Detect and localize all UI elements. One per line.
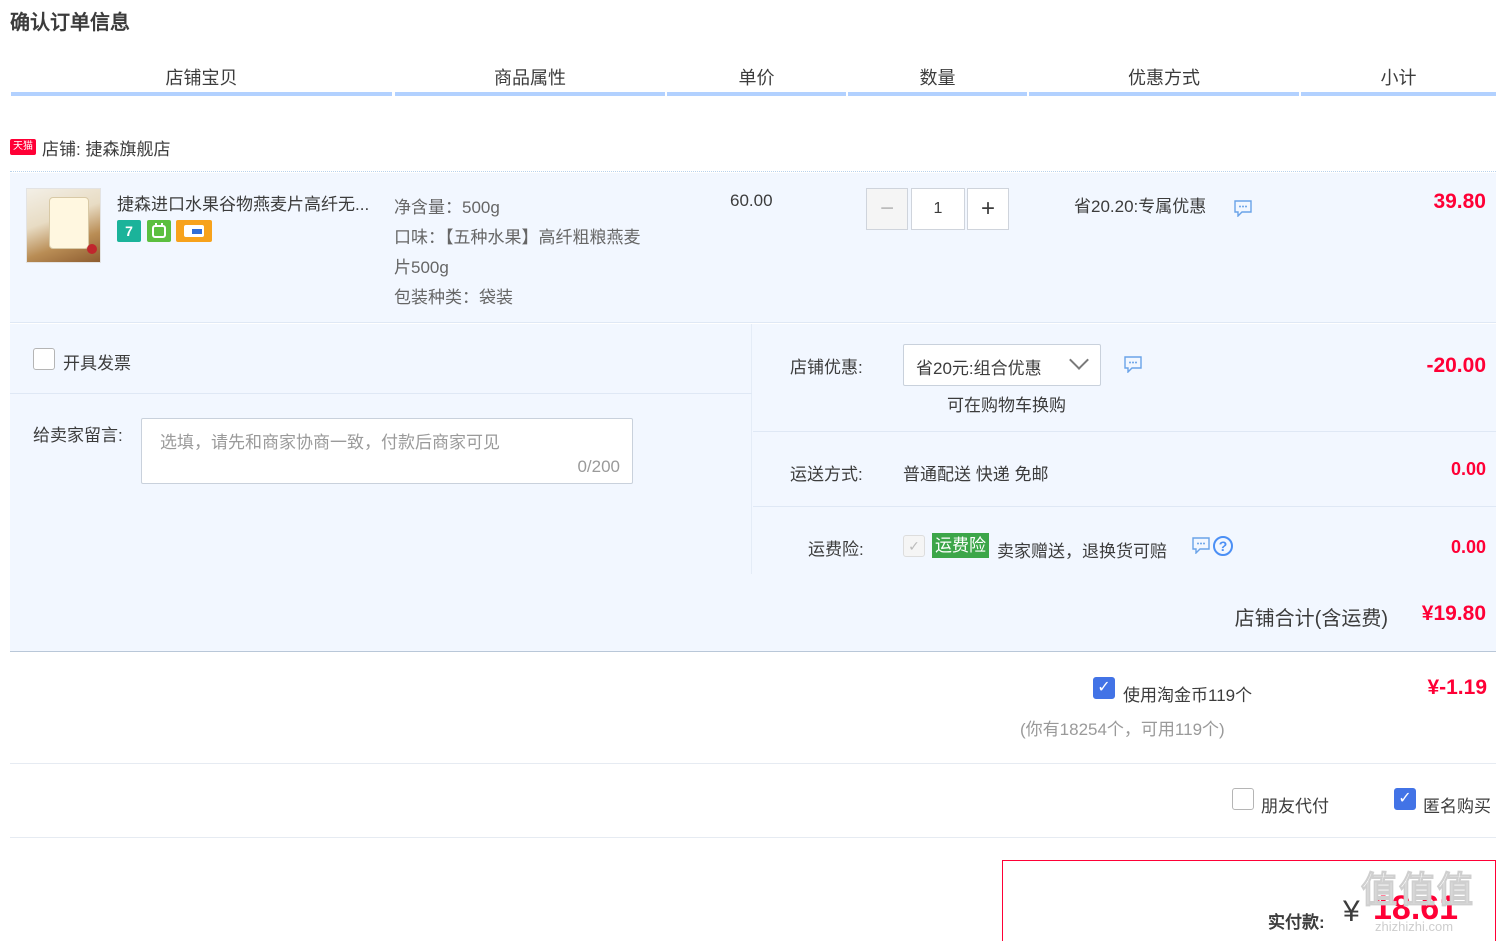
divider [10,837,1496,838]
insurance-text: 卖家赠送，退换货可赔 [997,542,1167,561]
shipping-method: 普通配送 快递 免邮 [903,465,1049,484]
invoice-checkbox[interactable] [33,348,55,370]
coins-note: (你有18254个，可用119个) [1020,720,1225,739]
watermark: 值值值 [1360,869,1476,911]
anonymous-label[interactable]: 匿名购买 [1423,792,1491,817]
shop-name-text[interactable]: 捷森旗舰店 [85,140,170,159]
column-header-quantity: 数量 [848,64,1027,96]
insurance-amount: 0.00 [1450,537,1486,557]
credit-card-icon[interactable] [176,220,212,242]
column-header-promotion: 优惠方式 [1029,64,1299,96]
shipping-label: 运送方式: [790,465,863,484]
shop-row: 天猫 店铺: 捷森旗舰店 [10,134,1496,172]
shop-name[interactable]: 店铺: 捷森旗舰店 [42,135,170,160]
shipping-amount: 0.00 [1450,459,1486,479]
shop-name-prefix: 店铺: [42,140,81,159]
chat-bubble-icon[interactable] [1123,356,1143,374]
insurance-checkbox: ✓ [903,535,925,557]
invoice-label[interactable]: 开具发票 [63,349,131,374]
payment-currency: ¥ [1343,895,1360,928]
insurance-badge: 运费险 [932,533,989,558]
memo-placeholder: 选填，请先和商家协商一致，付款后商家可见 [160,433,500,452]
exchange-in-cart-link[interactable]: 可在购物车换购 [947,391,1066,416]
shop-discount-selected: 省20元:组合优惠 [916,359,1042,378]
seven-day-return-icon[interactable]: 7 [117,220,141,242]
shop-total-amount: ¥19.80 [1421,602,1486,625]
insurance-label: 运费险: [808,540,864,559]
quantity-input[interactable]: 1 [911,188,965,230]
chat-bubble-icon[interactable] [1233,200,1253,218]
use-coins-label[interactable]: 使用淘金币119个 [1123,681,1252,706]
memo-textarea[interactable]: 选填，请先和商家协商一致，付款后商家可见 0/200 [141,418,633,484]
divider [753,506,1496,507]
column-header-attributes: 商品属性 [395,64,665,96]
column-header-unit-price: 单价 [667,64,846,96]
divider [753,431,1496,432]
attribute-packaging: 包装种类：袋装 [394,288,513,307]
friend-pay-checkbox[interactable] [1232,788,1254,810]
item-subtotal: 39.80 [1433,190,1486,213]
product-thumbnail[interactable] [26,188,101,263]
payment-summary-box: 实付款: ¥ 18.61 值值值 zhizhizhi.com [1002,860,1496,941]
payment-label: 实付款: [1268,913,1325,932]
coins-amount: ¥-1.19 [1427,676,1487,699]
friend-pay-label[interactable]: 朋友代付 [1261,792,1329,817]
quantity-increase-button[interactable]: + [967,188,1009,230]
product-title-link[interactable]: 捷森进口水果谷物燕麦片高纤无... [117,190,387,215]
options-left: 开具发票 给卖家留言: 选填，请先和商家协商一致，付款后商家可见 0/200 [10,324,752,574]
column-header-item: 店铺宝贝 [11,64,392,96]
divider [10,393,752,394]
memo-char-count: 0/200 [577,457,620,476]
page-title: 确认订单信息 [10,12,130,34]
item-promotion: 省20.20:专属优惠 [1074,197,1207,216]
attribute-net-weight: 净含量：500g [394,198,500,217]
shop-discount-select[interactable]: 省20元:组合优惠 [903,344,1101,386]
shop-discount-amount: -20.00 [1426,354,1486,377]
order-options-panel: 开具发票 给卖家留言: 选填，请先和商家协商一致，付款后商家可见 0/200 店… [10,324,1496,574]
order-item-row: 捷森进口水果谷物燕麦片高纤无... 7 净含量：500g 口味：【五种水果】高纤… [10,173,1496,323]
chat-bubble-icon[interactable] [1191,537,1211,555]
help-circle-icon[interactable]: ? [1213,536,1233,556]
shop-discount-label: 店铺优惠: [790,358,863,377]
column-header-subtotal: 小计 [1301,64,1496,96]
anonymous-checkbox[interactable]: ✓ [1394,788,1416,810]
watermark-url: zhizhizhi.com [1375,919,1454,934]
unit-price: 60.00 [730,191,773,210]
chevron-down-icon [1069,350,1089,370]
shop-total-row: 店铺合计(含运费) ¥19.80 [10,574,1496,652]
memo-label: 给卖家留言: [33,426,123,445]
divider [10,763,1496,764]
shop-total-label: 店铺合计(含运费) [1234,608,1388,630]
tmall-icon: 天猫 [10,139,36,155]
quantity-decrease-button[interactable]: − [866,188,908,230]
use-coins-checkbox[interactable]: ✓ [1093,677,1115,699]
service-guarantee-icon[interactable] [147,220,171,242]
attribute-flavor: 口味：【五种水果】高纤粗粮燕麦 [394,228,641,247]
attribute-flavor-cont: 片500g [394,258,449,277]
